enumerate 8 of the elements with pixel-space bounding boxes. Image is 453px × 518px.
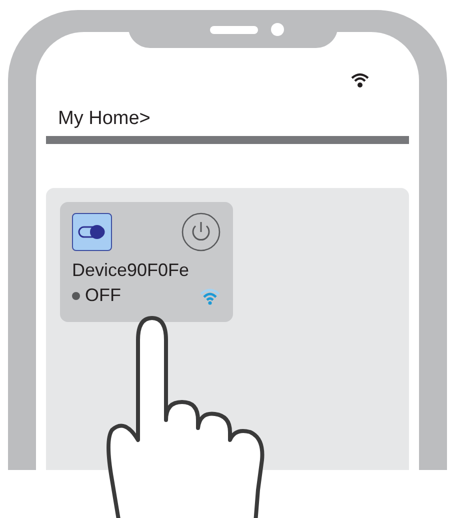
status-dot [72,292,80,300]
power-icon[interactable] [181,212,221,252]
home-title[interactable]: My Home> [46,108,409,130]
device-card[interactable]: Device90F0Fe OFF [60,202,233,322]
device-name: Device90F0Fe [72,260,190,281]
switch-icon[interactable] [72,213,112,251]
device-status: OFF [85,285,121,306]
wifi-icon [351,72,369,88]
